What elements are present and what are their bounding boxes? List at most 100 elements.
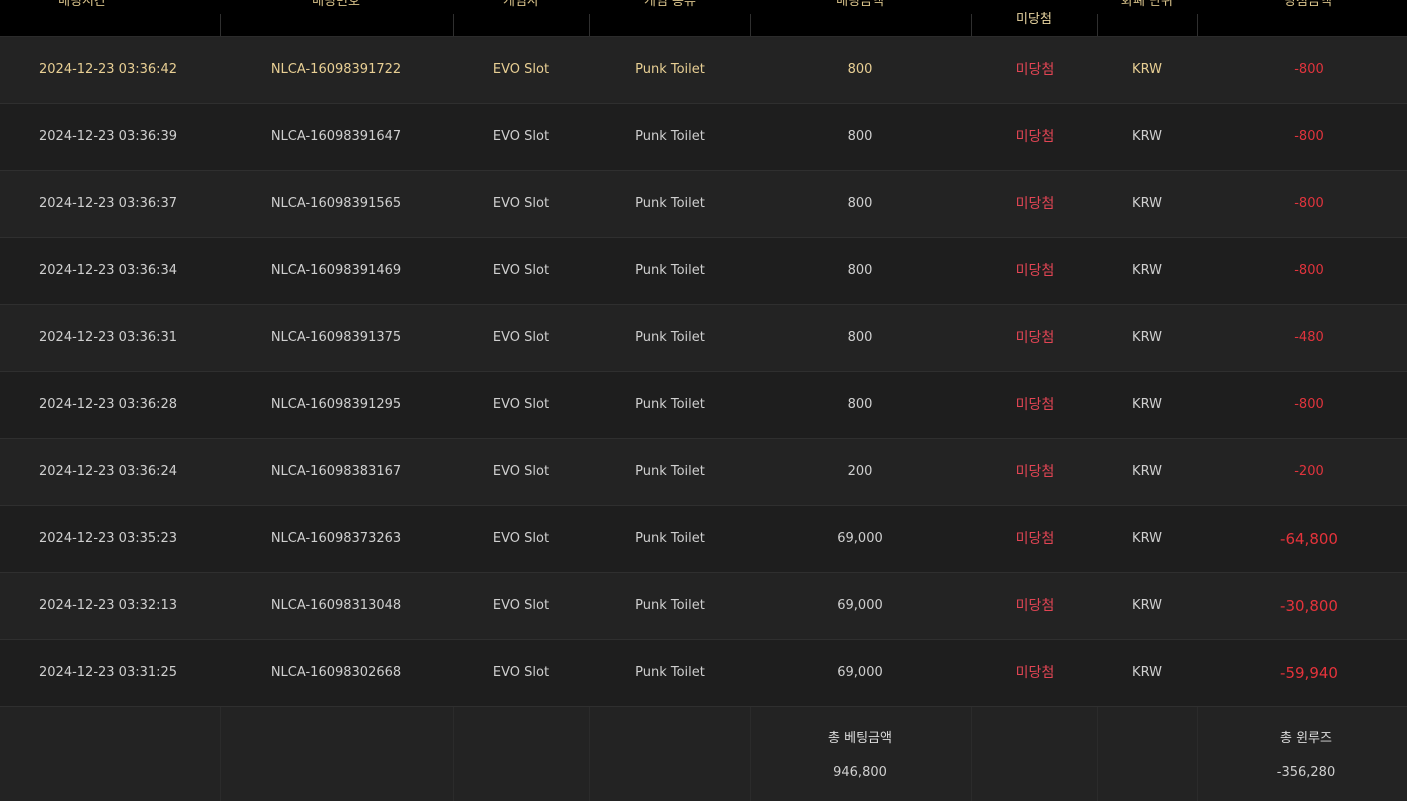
cell-result: 미당첨 xyxy=(1015,397,1055,413)
cell-currency: KRW xyxy=(1132,598,1162,613)
header-bet-number[interactable]: 배팅번호 xyxy=(312,0,360,9)
cell-win-amount: -64,800 xyxy=(1280,530,1338,548)
table-row[interactable]: 2024-12-23 03:31:25 NLCA-16098302668 EVO S… xyxy=(0,640,1407,707)
table-row[interactable]: 2024-12-23 03:36:37 NLCA-16098391565 EVO S… xyxy=(0,171,1407,238)
cell-game-type: Punk Toilet xyxy=(635,129,705,144)
header-bet-amount[interactable]: 배팅금액 xyxy=(836,0,884,9)
cell-bet-number: NLCA-16098391295 xyxy=(270,397,402,412)
cell-result: 미당첨 xyxy=(1015,263,1055,279)
cell-bet-amount: 800 xyxy=(847,330,873,345)
total-bet-label: 총 베팅금액 xyxy=(828,731,892,746)
footer-divider xyxy=(971,707,972,801)
cell-bet-number: NLCA-16098391565 xyxy=(270,196,402,211)
cell-bet-time: 2024-12-23 03:36:37 xyxy=(39,196,178,211)
cell-provider: EVO Slot xyxy=(492,665,550,680)
cell-provider: EVO Slot xyxy=(492,598,550,613)
cell-currency: KRW xyxy=(1132,397,1162,412)
cell-bet-time: 2024-12-23 03:32:13 xyxy=(39,598,178,613)
cell-game-type: Punk Toilet xyxy=(635,330,705,345)
cell-provider: EVO Slot xyxy=(492,330,550,345)
cell-bet-number: NLCA-16098391469 xyxy=(270,263,402,278)
table-row[interactable]: 2024-12-23 03:36:31 NLCA-16098391375 EVO S… xyxy=(0,305,1407,372)
cell-bet-amount: 800 xyxy=(847,129,873,144)
cell-bet-time: 2024-12-23 03:36:28 xyxy=(39,397,178,412)
cell-bet-amount: 800 xyxy=(847,196,873,211)
footer-divider xyxy=(589,707,590,801)
header-provider[interactable]: 게임사 xyxy=(503,0,539,9)
cell-provider: EVO Slot xyxy=(492,62,550,77)
cell-result: 미당첨 xyxy=(1015,531,1055,547)
cell-game-type: Punk Toilet xyxy=(635,263,705,278)
cell-win-amount: -59,940 xyxy=(1280,664,1338,682)
cell-provider: EVO Slot xyxy=(492,196,550,211)
cell-bet-time: 2024-12-23 03:36:24 xyxy=(39,464,178,479)
total-winloss-label: 총 윈루즈 xyxy=(1280,731,1332,746)
cell-game-type: Punk Toilet xyxy=(635,598,705,613)
cell-win-amount: -30,800 xyxy=(1280,597,1338,615)
header-result-filter[interactable]: 미당첨 xyxy=(1016,8,1052,27)
cell-currency: KRW xyxy=(1132,665,1162,680)
table-row[interactable]: 2024-12-23 03:36:39 NLCA-16098391647 EVO S… xyxy=(0,104,1407,171)
cell-currency: KRW xyxy=(1132,531,1162,546)
cell-provider: EVO Slot xyxy=(492,129,550,144)
cell-currency: KRW xyxy=(1132,464,1162,479)
cell-game-type: Punk Toilet xyxy=(635,665,705,680)
cell-currency: KRW xyxy=(1132,129,1162,144)
cell-provider: EVO Slot xyxy=(492,263,550,278)
cell-win-amount: -200 xyxy=(1294,464,1324,479)
cell-currency: KRW xyxy=(1132,330,1162,345)
header-divider xyxy=(220,14,221,36)
cell-result: 미당첨 xyxy=(1015,598,1055,614)
cell-win-amount: -800 xyxy=(1294,397,1324,412)
cell-game-type: Punk Toilet xyxy=(635,464,705,479)
footer-divider xyxy=(1097,707,1098,801)
cell-provider: EVO Slot xyxy=(492,531,550,546)
cell-bet-number: NLCA-16098383167 xyxy=(270,464,402,479)
header-win-amount[interactable]: 당첨금액 xyxy=(1284,0,1332,9)
cell-result: 미당첨 xyxy=(1015,129,1055,145)
cell-bet-number: NLCA-16098302668 xyxy=(270,665,402,680)
cell-bet-amount: 69,000 xyxy=(837,598,883,613)
header-bet-time[interactable]: 배팅시간 xyxy=(58,0,106,9)
table-row[interactable]: 2024-12-23 03:36:34 NLCA-16098391469 EVO S… xyxy=(0,238,1407,305)
footer-divider xyxy=(453,707,454,801)
cell-result: 미당첨 xyxy=(1015,62,1055,78)
cell-bet-time: 2024-12-23 03:36:39 xyxy=(39,129,178,144)
cell-currency: KRW xyxy=(1132,263,1162,278)
total-winloss-value: -356,280 xyxy=(1276,765,1336,780)
cell-win-amount: -800 xyxy=(1294,263,1324,278)
cell-bet-time: 2024-12-23 03:31:25 xyxy=(39,665,178,680)
footer-divider xyxy=(1197,707,1198,801)
cell-bet-time: 2024-12-23 03:36:42 xyxy=(39,62,178,77)
footer-divider xyxy=(220,707,221,801)
table-row[interactable]: 2024-12-23 03:36:28 NLCA-16098391295 EVO S… xyxy=(0,372,1407,439)
footer-divider xyxy=(750,707,751,801)
cell-win-amount: -480 xyxy=(1294,330,1324,345)
cell-bet-number: NLCA-16098313048 xyxy=(270,598,402,613)
cell-currency: KRW xyxy=(1132,196,1162,211)
cell-result: 미당첨 xyxy=(1015,464,1055,480)
header-divider xyxy=(1097,14,1098,36)
header-divider xyxy=(453,14,454,36)
table-row[interactable]: 2024-12-23 03:36:24 NLCA-16098383167 EVO S… xyxy=(0,439,1407,506)
cell-bet-amount: 800 xyxy=(847,397,873,412)
cell-bet-number: NLCA-16098373263 xyxy=(270,531,402,546)
cell-currency: KRW xyxy=(1132,62,1162,77)
cell-bet-number: NLCA-16098391647 xyxy=(270,129,402,144)
cell-result: 미당첨 xyxy=(1015,665,1055,681)
cell-bet-time: 2024-12-23 03:36:31 xyxy=(39,330,178,345)
table-row[interactable]: 2024-12-23 03:36:42 NLCA-16098391722 EVO S… xyxy=(0,37,1407,104)
header-divider xyxy=(1197,14,1198,36)
cell-win-amount: -800 xyxy=(1294,129,1324,144)
cell-bet-amount: 69,000 xyxy=(837,531,883,546)
table-row[interactable]: 2024-12-23 03:35:23 NLCA-16098373263 EVO S… xyxy=(0,506,1407,573)
cell-bet-amount: 800 xyxy=(847,263,873,278)
table-row[interactable]: 2024-12-23 03:32:13 NLCA-16098313048 EVO S… xyxy=(0,573,1407,640)
cell-bet-amount: 69,000 xyxy=(837,665,883,680)
bet-history-page: 배팅시간 배팅번호 게임사 게임 종류 배팅금액 화폐 단위 당첨금액 미당첨 … xyxy=(0,0,1407,801)
cell-game-type: Punk Toilet xyxy=(635,531,705,546)
table-header: 배팅시간 배팅번호 게임사 게임 종류 배팅금액 화폐 단위 당첨금액 미당첨 xyxy=(0,0,1407,37)
header-currency[interactable]: 화폐 단위 xyxy=(1121,0,1173,9)
header-game-type[interactable]: 게임 종류 xyxy=(644,0,696,9)
cell-result: 미당첨 xyxy=(1015,196,1055,212)
